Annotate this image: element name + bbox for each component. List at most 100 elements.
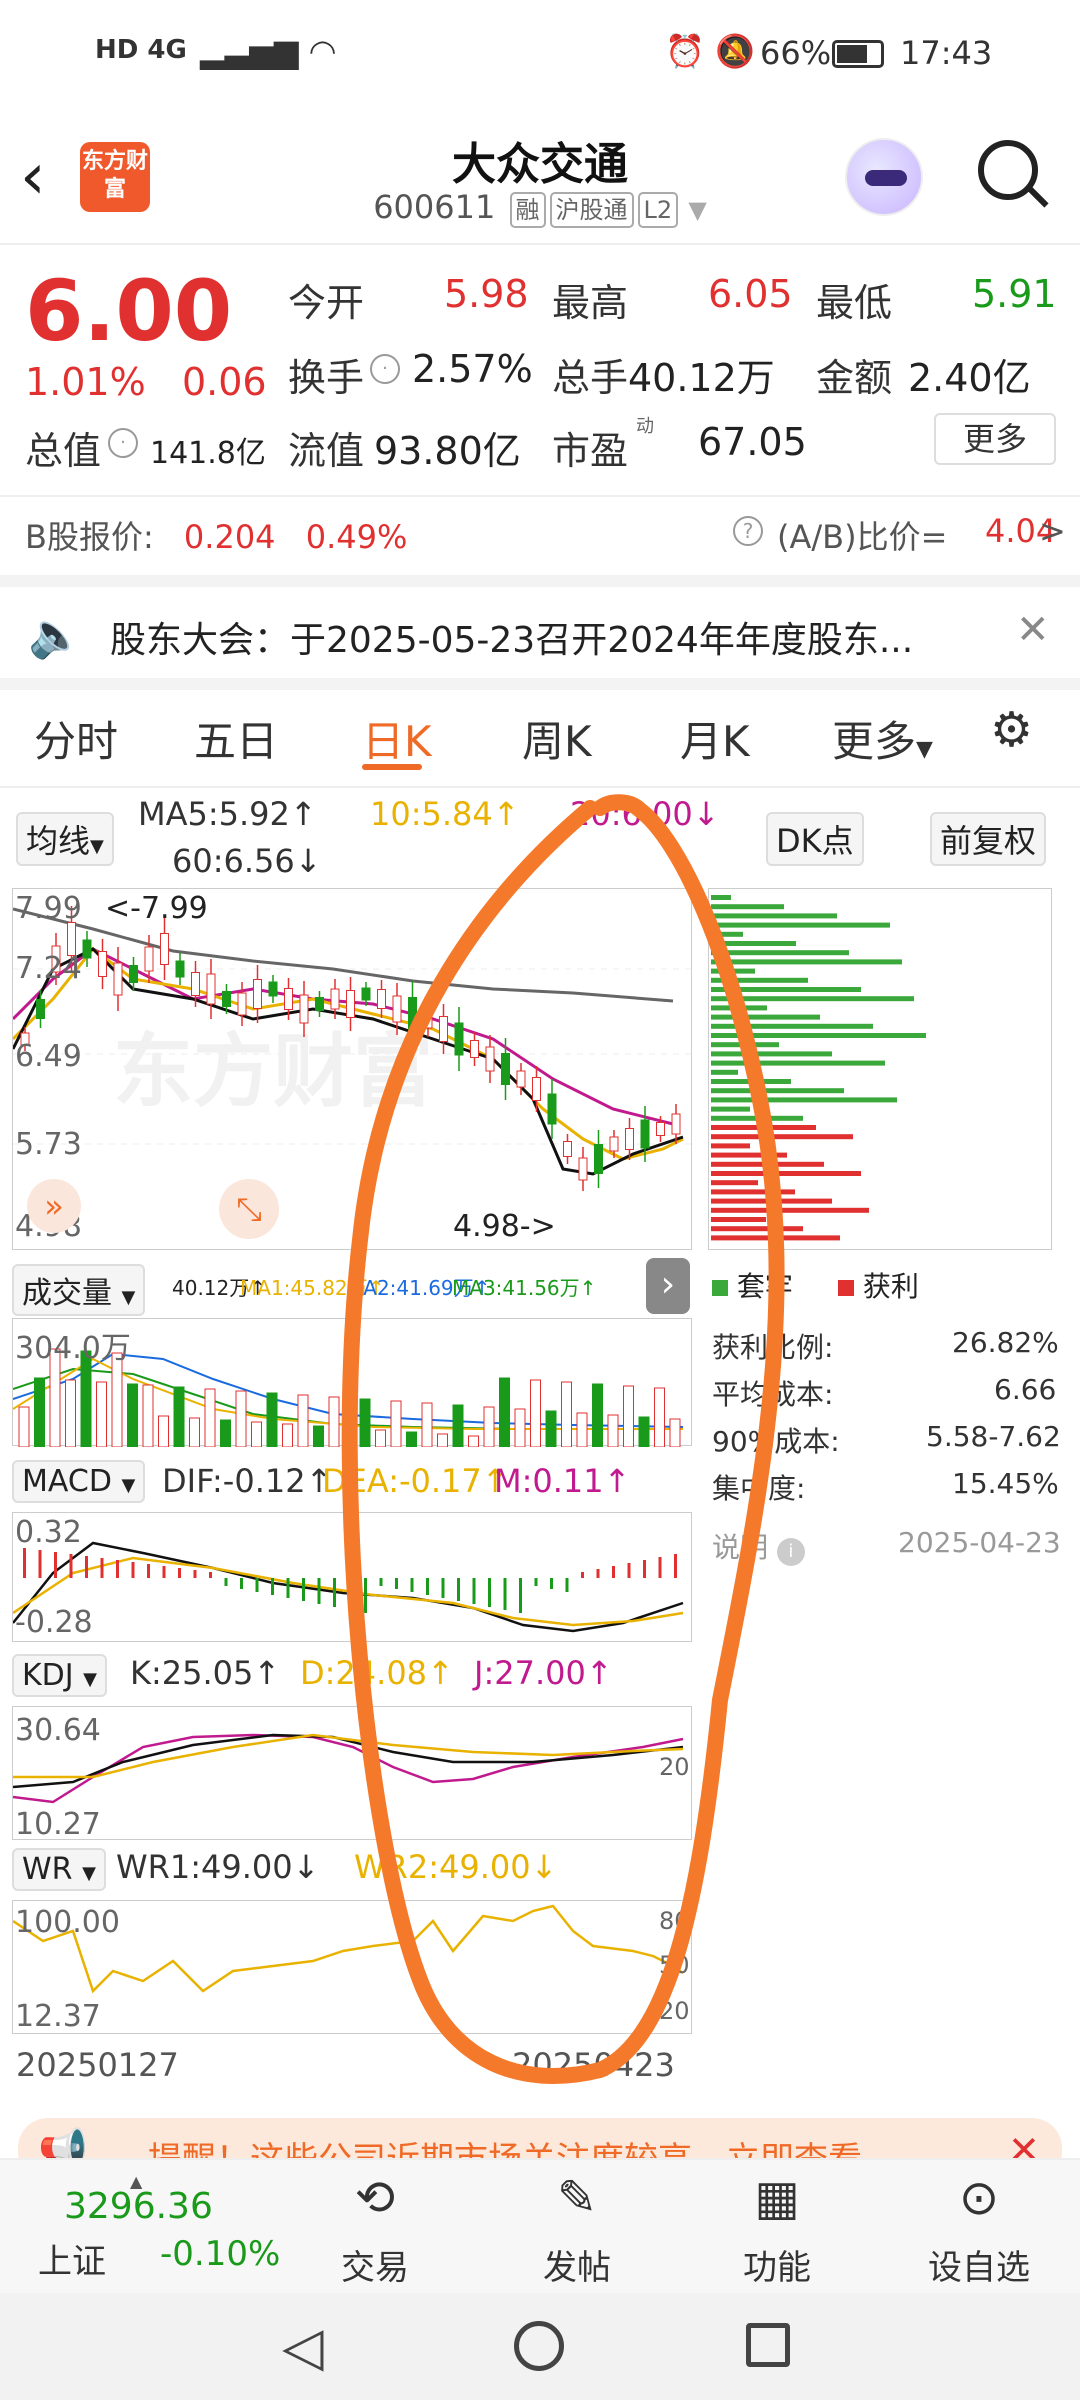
volume-selector[interactable]: 成交量 ▼	[12, 1264, 146, 1316]
ma-selector[interactable]: 均线▼	[16, 812, 114, 866]
settings-gear-icon[interactable]: ⚙	[990, 702, 1033, 758]
chip-note-label: 说明	[712, 1531, 769, 1564]
chip-bar	[711, 987, 861, 992]
kdj-selector[interactable]: KDJ ▼	[12, 1654, 108, 1697]
trade-button[interactable]: ⟲ 交易	[310, 2170, 440, 2289]
volume-label: 总手	[552, 356, 629, 400]
wr-axis-bottom: 12.37	[15, 1999, 101, 2034]
back-nav-icon[interactable]: ◁	[282, 2315, 324, 2378]
help-icon[interactable]: ?	[733, 516, 763, 546]
home-nav-icon[interactable]	[514, 2321, 564, 2371]
wr-selector[interactable]: WR ▼	[12, 1848, 106, 1891]
volume-bar	[220, 1419, 231, 1447]
candle	[439, 1016, 448, 1042]
ab-ratio-label: (A/B)比价=	[777, 518, 948, 556]
functions-label: 功能	[743, 2248, 811, 2288]
clock: 17:43	[900, 34, 993, 72]
more-button[interactable]: 更多	[934, 413, 1056, 465]
macd-dif: DIF:-0.12↑	[162, 1462, 333, 1500]
recents-nav-icon[interactable]	[746, 2323, 790, 2367]
robot-assistant-icon[interactable]	[845, 138, 923, 216]
index-value: 3296.36	[64, 2186, 213, 2227]
info-icon[interactable]: ·	[370, 354, 400, 384]
chevron-right-icon[interactable]: ›	[646, 1258, 690, 1314]
kdj-axis-bottom: 10.27	[15, 1807, 101, 1842]
stock-code: 600611	[373, 188, 496, 226]
candle	[144, 946, 154, 972]
bottom-toolbar: ▲ 3296.36 上证 -0.10% ⟲ 交易 ✎ 发帖 ▦ 功能 ⊙ 设自选	[0, 2158, 1080, 2293]
dropdown-triangle-icon[interactable]: ▼	[688, 196, 706, 224]
macd-svg	[13, 1541, 684, 1633]
index-widget[interactable]: ▲ 3296.36 上证 -0.10%	[20, 2172, 280, 2286]
info-icon[interactable]: ·	[108, 428, 138, 458]
tab-more[interactable]: 更多▼	[832, 708, 933, 769]
volume-bar	[313, 1425, 324, 1447]
add-watchlist-button[interactable]: ⊙ 设自选	[914, 2170, 1044, 2289]
chip-bar	[711, 959, 902, 965]
tab-intraday[interactable]: 分时	[34, 708, 118, 769]
fullscreen-icon[interactable]: ⤡	[219, 1179, 279, 1239]
chip-bar	[711, 1171, 861, 1176]
tab-monthly-k[interactable]: 月K	[680, 708, 750, 769]
chip-distribution[interactable]	[708, 888, 1052, 1250]
functions-button[interactable]: ▦ 功能	[712, 2170, 842, 2289]
volume-bar	[359, 1398, 371, 1447]
volume-bar	[669, 1418, 681, 1447]
profit-legend-label: 获利	[862, 1270, 919, 1303]
chip-bar	[711, 904, 784, 910]
chip-bar	[711, 1023, 873, 1029]
chip-bar	[711, 913, 837, 919]
macd-bar	[333, 1578, 336, 1607]
chip-date: 2025-04-23	[898, 1526, 1061, 1559]
kline-chart[interactable]: 东方财富 7.99 <-7.99 7.24 6.49 5.73 4.98 4.9…	[12, 888, 693, 1250]
volume-bar	[638, 1416, 650, 1447]
chip-note-link[interactable]: 说明 i	[712, 1526, 805, 1566]
system-nav-bar: ◁	[0, 2293, 1080, 2400]
pe-value: 67.05	[698, 420, 807, 464]
wr-chart[interactable]: 100.00 12.37 80 50 20	[12, 1900, 692, 2034]
macd-bar	[488, 1578, 491, 1607]
macd-bar	[162, 1566, 166, 1578]
volume-bar	[111, 1352, 123, 1447]
kdj-chart[interactable]: 30.64 10.27 20	[12, 1706, 692, 1842]
bshare-row[interactable]: B股报价: 0.204 0.49% ? (A/B)比价= 4.04 >	[25, 512, 1066, 562]
volume-bar	[266, 1392, 278, 1447]
price-axis-3: 6.49	[15, 1039, 82, 1074]
close-icon[interactable]: ✕	[1016, 607, 1050, 653]
wr1-value: WR1:49.00↓	[116, 1848, 320, 1886]
macd-bar	[54, 1552, 57, 1578]
macd-chart[interactable]: 0.32 -0.28	[12, 1512, 692, 1642]
tab-daily-k[interactable]: 日K	[362, 708, 432, 769]
kdj-d: D:24.08↑	[300, 1654, 454, 1692]
chip-bar	[711, 1033, 926, 1038]
bshare-price: 0.204	[183, 518, 276, 556]
svg-text:东方财富: 东方财富	[113, 1025, 433, 1118]
volume-bar	[235, 1390, 247, 1447]
macd-bar	[224, 1578, 228, 1586]
chip-concentration-label: 集中度:	[712, 1472, 806, 1505]
kdj-selector-label: KDJ	[22, 1658, 74, 1693]
tab-five-day[interactable]: 五日	[194, 708, 278, 769]
post-button[interactable]: ✎ 发帖	[512, 2170, 642, 2289]
volume-chart[interactable]: 304.0万	[12, 1318, 692, 1447]
candle	[237, 992, 247, 1016]
profit-legend: 获利	[838, 1265, 919, 1305]
wr-axis-80: 80	[659, 1907, 690, 1935]
tab-weekly-k[interactable]: 周K	[522, 708, 592, 769]
notice-banner[interactable]: 🔈 股东大会：于2025-05-23召开2024年年度股东... ✕	[0, 587, 1080, 689]
candle	[392, 995, 402, 1023]
open-label: 今开	[288, 281, 365, 325]
adjust-button[interactable]: 前复权	[930, 812, 1047, 866]
chip-90-cost-value: 5.58-7.62	[926, 1420, 1061, 1453]
dk-point-button[interactable]: DK点	[766, 812, 864, 866]
volume-bar	[421, 1402, 433, 1447]
macd-bar	[255, 1578, 259, 1592]
macd-bar	[503, 1578, 507, 1610]
macd-selector[interactable]: MACD ▼	[12, 1460, 146, 1503]
volume-bar	[483, 1406, 495, 1447]
volume-bar	[452, 1404, 464, 1447]
kdj-axis-top: 30.64	[15, 1713, 101, 1748]
kdj-j: J:27.00↑	[474, 1654, 613, 1692]
expand-left-icon[interactable]: »	[27, 1179, 81, 1233]
candle	[299, 994, 309, 1024]
